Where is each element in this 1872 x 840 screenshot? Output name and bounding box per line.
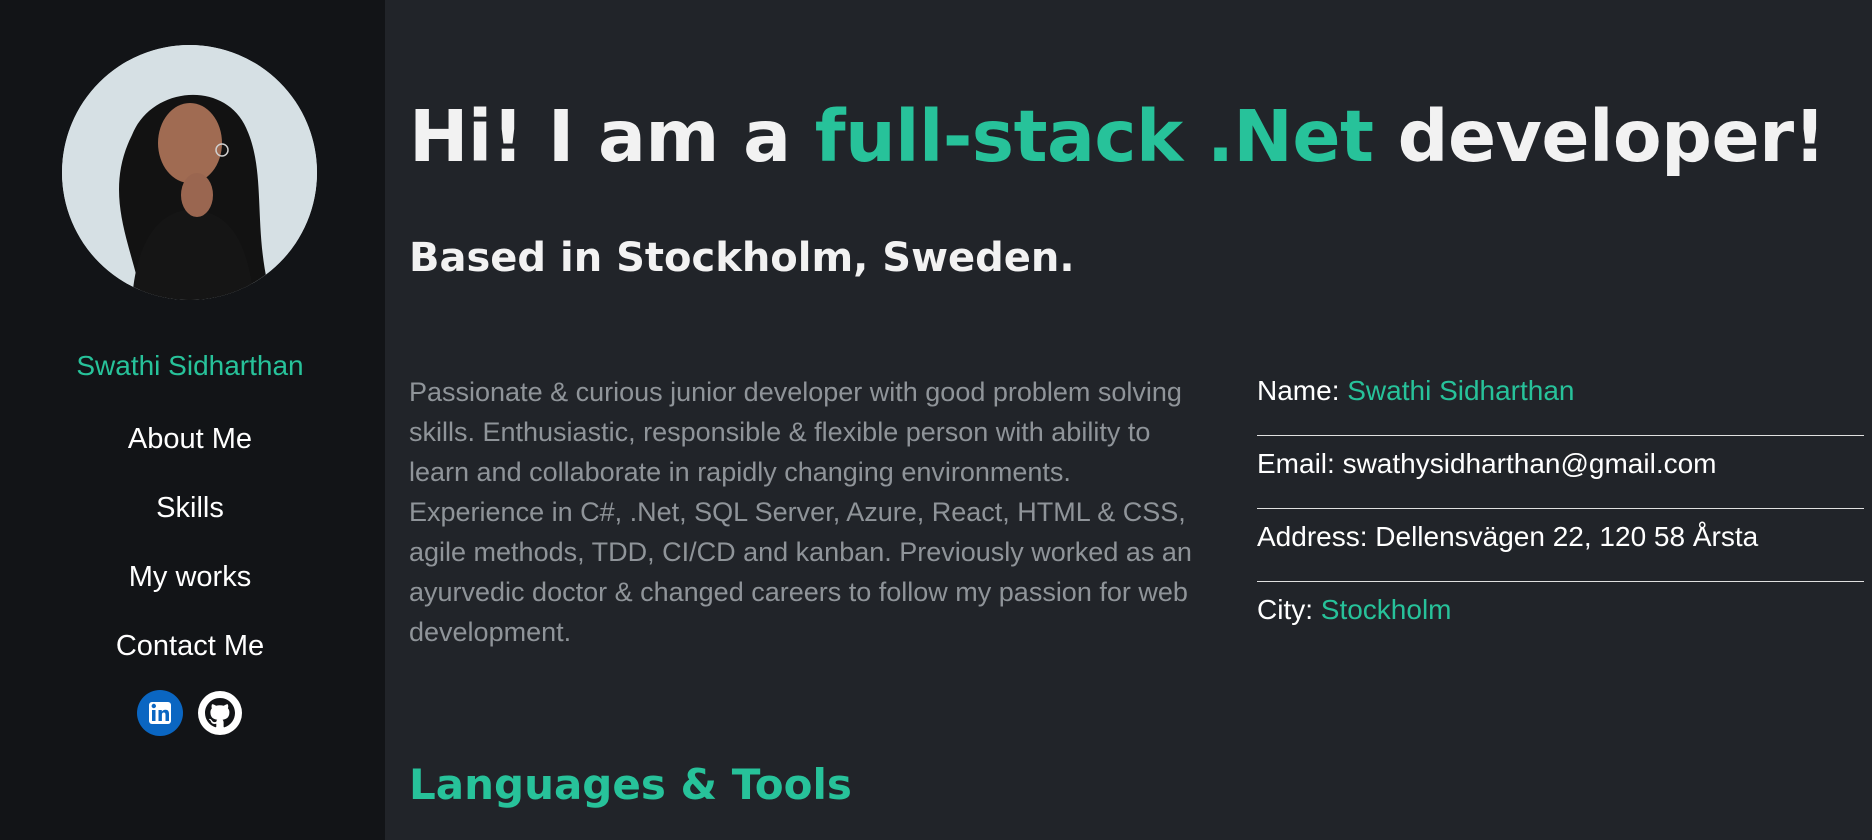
main-content: Hi! I am a full-stack .Net developer! Ba… (409, 0, 1872, 840)
nav-link-contact-me[interactable]: Contact Me (116, 622, 264, 691)
profile-photo-image (62, 45, 317, 300)
profile-photo (62, 45, 317, 300)
headline-suffix: developer! (1373, 95, 1826, 178)
headline-highlight: full-stack .Net (814, 95, 1374, 178)
page-subheadline: Based in Stockholm, Sweden. (409, 235, 1075, 281)
languages-tools-heading: Languages & Tools (409, 760, 852, 809)
info-row-email: Email: swathysidharthan@gmail.com (1257, 437, 1864, 509)
info-label-email: Email: (1257, 448, 1343, 479)
linkedin-icon[interactable] (137, 690, 183, 736)
brand-name[interactable]: Swathi Sidharthan (0, 350, 380, 382)
nav-link-skills[interactable]: Skills (156, 484, 224, 553)
bio-text: Passionate & curious junior developer wi… (409, 377, 1192, 647)
info-value-name: Swathi Sidharthan (1347, 375, 1575, 406)
info-value-address: Dellensvägen 22, 120 58 Årsta (1375, 521, 1759, 552)
info-label-name: Name: (1257, 375, 1348, 406)
info-value-city: Stockholm (1320, 594, 1452, 625)
info-row-address: Address: Dellensvägen 22, 120 58 Årsta (1257, 510, 1864, 582)
headline-prefix: Hi! I am a (409, 95, 815, 178)
sidebar-nav: About Me Skills My works Contact Me (0, 415, 380, 691)
info-value-email[interactable]: swathysidharthan@gmail.com (1343, 448, 1717, 479)
page-headline: Hi! I am a full-stack .Net developer! (409, 95, 1826, 178)
github-icon[interactable] (197, 690, 243, 736)
personal-info: Name: Swathi Sidharthan Email: swathysid… (1257, 364, 1864, 654)
sidebar: Swathi Sidharthan About Me Skills My wor… (0, 0, 385, 840)
nav-link-about-me[interactable]: About Me (128, 415, 252, 484)
info-row-name: Name: Swathi Sidharthan (1257, 364, 1864, 436)
info-row-city: City: Stockholm (1257, 583, 1864, 654)
info-label-city: City: (1257, 594, 1321, 625)
info-label-address: Address: (1257, 521, 1376, 552)
nav-link-my-works[interactable]: My works (129, 553, 251, 622)
social-links (0, 690, 380, 736)
